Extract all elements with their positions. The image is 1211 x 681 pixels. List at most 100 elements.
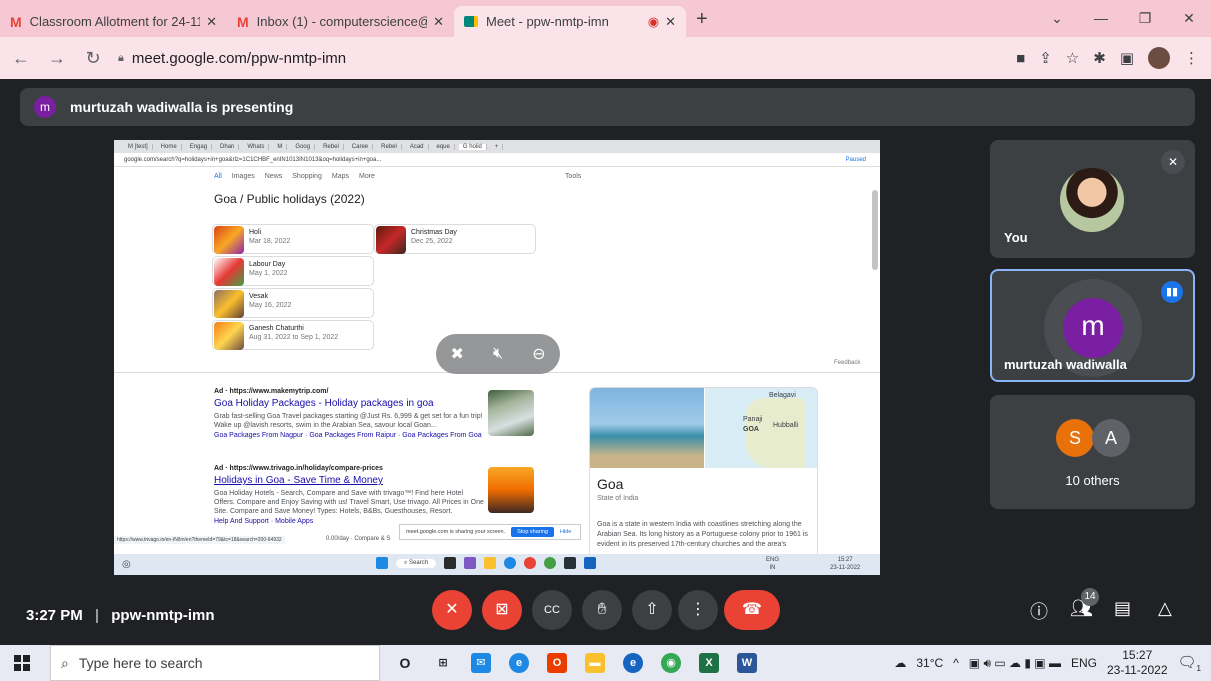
- ad-description: Grab fast-selling Goa Travel packages st…: [214, 413, 483, 429]
- holiday-card: Holi Mar 18, 2022: [212, 224, 374, 254]
- shared-tab: eque: [433, 143, 455, 150]
- holiday-date: Aug 31, 2022 to Sep 1, 2022: [249, 334, 339, 341]
- participant-tile-you[interactable]: ✕ You: [990, 140, 1195, 258]
- edge-chromium-icon[interactable]: e: [623, 653, 643, 673]
- shared-screen: M [test] Home Engag Dhan Whats M Goog Re…: [114, 140, 880, 575]
- chat-icon[interactable]: ▤: [1114, 598, 1131, 619]
- shared-tab: M [test]: [124, 143, 153, 150]
- forward-icon[interactable]: →: [42, 48, 72, 69]
- file-explorer-icon[interactable]: ▬: [585, 653, 605, 673]
- minimize-button[interactable]: —: [1079, 0, 1123, 37]
- status-tail: 0.00/day · Compare & S: [326, 536, 391, 542]
- map-label: Belagavi: [769, 392, 796, 399]
- shared-tab: Home: [157, 143, 182, 150]
- hide-button: Hide: [559, 529, 572, 535]
- edge-icon[interactable]: e: [509, 653, 529, 673]
- leave-call-button[interactable]: ☎︎: [724, 590, 780, 630]
- holiday-name: Holi: [249, 229, 262, 236]
- mic-off-icon: ✕: [1161, 150, 1185, 174]
- clock-date: 23-11-2022: [1107, 663, 1168, 677]
- present-button[interactable]: ⇧: [632, 590, 672, 630]
- chevron-down-icon[interactable]: ⌄: [1035, 0, 1079, 37]
- url-text: meet.google.com/ppw-nmtp-imn: [131, 49, 347, 67]
- close-icon[interactable]: ✕: [433, 14, 444, 30]
- holiday-card: Ganesh Chaturthi Aug 31, 2022 to Sep 1, …: [212, 320, 374, 350]
- task-view-icon[interactable]: ⊞: [433, 653, 453, 673]
- language-indicator[interactable]: ENG: [1071, 656, 1097, 670]
- gmail-icon: M: [10, 13, 22, 30]
- status-url: https://www.trivago.in/en-IN/lm/en?theme…: [114, 536, 285, 544]
- shared-search-label: Search: [409, 559, 429, 566]
- captions-button[interactable]: CC: [532, 590, 572, 630]
- shared-lang: ENG IN: [766, 556, 779, 572]
- reload-icon[interactable]: ↻: [78, 48, 108, 69]
- camera-icon[interactable]: ■: [1016, 50, 1025, 67]
- holiday-date: Dec 25, 2022: [411, 238, 453, 245]
- knowledge-description: Goa is a state in western India with coa…: [597, 521, 808, 548]
- mail-icon[interactable]: ✉: [471, 653, 491, 673]
- restore-button[interactable]: ❐: [1123, 0, 1167, 37]
- participant-tile-murtuzah[interactable]: m ▮▮ murtuzah wadiwalla: [990, 269, 1195, 382]
- url-field[interactable]: 🔒︎ meet.google.com/ppw-nmtp-imn: [118, 50, 346, 67]
- office-icon[interactable]: O: [547, 653, 567, 673]
- extensions-icon[interactable]: ✱: [1093, 49, 1106, 67]
- holiday-name: Christmas Day: [411, 229, 457, 236]
- shared-tab: G holid: [458, 143, 487, 150]
- raise-hand-button[interactable]: ✋︎: [582, 590, 622, 630]
- beach-image: [590, 388, 704, 468]
- shared-time: 15:27: [837, 557, 853, 563]
- shared-tab: Dhan: [216, 143, 240, 150]
- ad-description: Goa Holiday Hotels - Search, Compare and…: [214, 490, 484, 515]
- menu-icon[interactable]: ⋮: [1184, 49, 1199, 67]
- browser-tab-meet[interactable]: Meet - ppw-nmtp-imn ◉ ✕: [454, 6, 686, 37]
- share-icon[interactable]: ⇪: [1039, 49, 1052, 67]
- ad-result: Ad · https://www.trivago.in/holiday/comp…: [214, 465, 484, 525]
- browser-tab-inbox[interactable]: M Inbox (1) - computerscience@ch ✕: [227, 6, 454, 37]
- windows-start-icon[interactable]: [14, 655, 30, 671]
- profile-avatar[interactable]: [1148, 47, 1170, 69]
- speaking-indicator-icon: ▮▮: [1161, 281, 1183, 303]
- word-icon[interactable]: W: [737, 653, 757, 673]
- cortana-icon[interactable]: O: [395, 653, 415, 673]
- meeting-control-bar: 3:27 PM | ppw-nmtp-imn ✕ ⊠ CC ✋︎ ⇧ ⋮ ☎︎ …: [0, 584, 1211, 644]
- excel-icon[interactable]: X: [699, 653, 719, 673]
- browser-tab-classroom[interactable]: M Classroom Allotment for 24-11-2 ✕: [0, 6, 227, 37]
- mute-audio-icon[interactable]: 🔇︎: [493, 345, 503, 363]
- shared-tab: Goog: [291, 143, 316, 150]
- holiday-image: [214, 258, 244, 286]
- camera-off-button[interactable]: ⊠: [482, 590, 522, 630]
- weather-temp[interactable]: 31°C: [916, 656, 943, 670]
- avatar-s: S: [1056, 419, 1094, 457]
- holiday-image: [376, 226, 406, 254]
- new-tab-button[interactable]: +: [696, 8, 708, 31]
- tray-overflow-icon[interactable]: ^: [953, 656, 959, 670]
- mic-off-button[interactable]: ✕: [432, 590, 472, 630]
- system-tray: ☁ 31°C ^ ▣ 🔊︎ ▭ ☁ ▮ ▣ ▬ ENG 15:27 23-11-…: [894, 645, 1201, 681]
- chrome-icon[interactable]: ◉: [661, 653, 681, 673]
- info-icon[interactable]: ⓘ: [1030, 598, 1048, 624]
- more-options-button[interactable]: ⋮: [678, 590, 718, 630]
- close-window-button[interactable]: ✕: [1167, 0, 1211, 37]
- sidepanel-icon[interactable]: ▣: [1120, 49, 1134, 67]
- others-count: 10 others: [1065, 473, 1120, 488]
- unpin-icon[interactable]: ✖︎: [451, 344, 464, 364]
- taskbar-search[interactable]: ⌕ Type here to search: [50, 645, 380, 681]
- weather-icon[interactable]: ☁: [894, 656, 906, 670]
- close-icon[interactable]: ✕: [665, 14, 676, 30]
- search-icon: ⌕: [61, 654, 69, 671]
- taskbar-clock[interactable]: 15:27 23-11-2022: [1107, 648, 1168, 678]
- holiday-date: May 1, 2022: [249, 270, 288, 277]
- holiday-image: [214, 290, 244, 318]
- bookmark-star-icon[interactable]: ☆: [1066, 49, 1079, 67]
- close-icon[interactable]: ✕: [206, 14, 217, 30]
- presentation-controls: ✖︎ 🔇︎ ⊖: [436, 334, 560, 374]
- back-icon[interactable]: ←: [6, 48, 36, 69]
- notification-icon[interactable]: 🗨︎1: [1178, 653, 1202, 673]
- holiday-date: Mar 18, 2022: [249, 238, 291, 245]
- tray-icons[interactable]: ▣ 🔊︎ ▭ ☁ ▮ ▣ ▬: [969, 656, 1061, 671]
- divider: |: [94, 607, 100, 624]
- activities-icon[interactable]: △: [1158, 598, 1172, 619]
- participant-tile-others[interactable]: S A 10 others: [990, 395, 1195, 509]
- remove-icon[interactable]: ⊖: [532, 344, 545, 364]
- shared-tab: Whats: [243, 143, 270, 150]
